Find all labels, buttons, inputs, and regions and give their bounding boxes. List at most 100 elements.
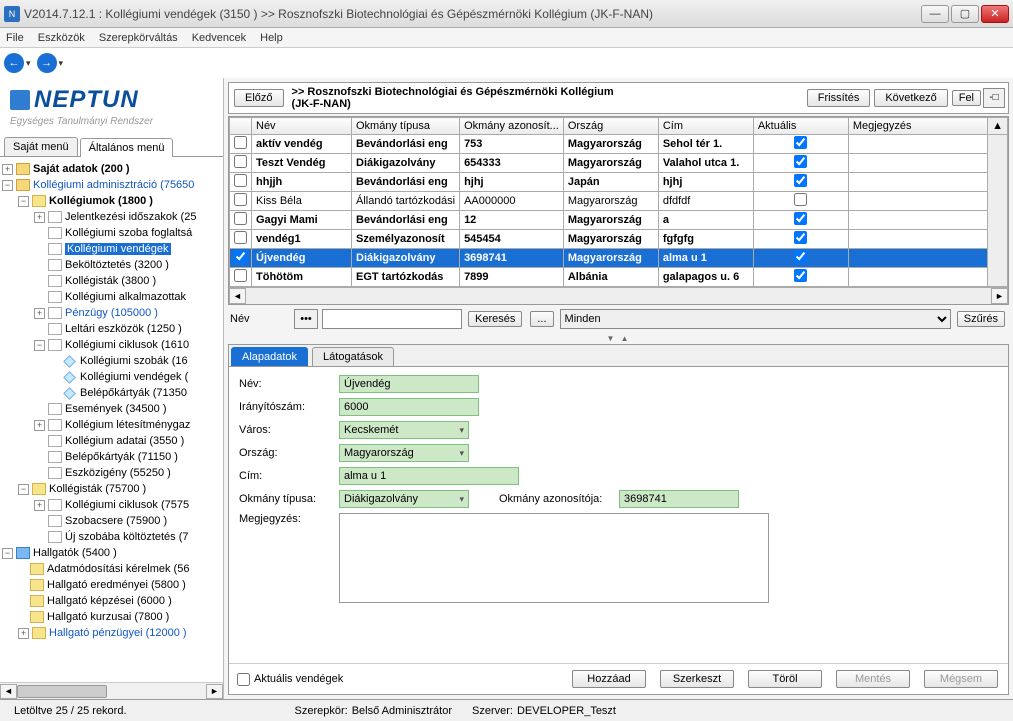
tree-toggle[interactable]: − bbox=[34, 340, 45, 351]
tree-item[interactable]: Hallgató eredményei (5800 ) bbox=[47, 579, 186, 591]
row-checkbox[interactable] bbox=[234, 174, 247, 187]
edit-button[interactable]: Szerkeszt bbox=[660, 670, 734, 688]
minimize-button[interactable]: — bbox=[921, 5, 949, 23]
cell-current-checkbox[interactable] bbox=[794, 136, 807, 149]
tree-item[interactable]: Események (34500 ) bbox=[65, 403, 167, 415]
cell-current-checkbox[interactable] bbox=[794, 193, 807, 206]
tree-item[interactable]: Kollégiumi alkalmazottak bbox=[65, 291, 186, 303]
tree-toggle[interactable]: + bbox=[34, 212, 45, 223]
cell-current-checkbox[interactable] bbox=[794, 155, 807, 168]
tree-item[interactable]: Kollégium létesítménygaz bbox=[65, 419, 190, 431]
next-button[interactable]: Következő bbox=[874, 89, 947, 107]
tree-item[interactable]: Szobacsere (75900 ) bbox=[65, 515, 167, 527]
field-name[interactable]: Újvendég bbox=[339, 375, 479, 393]
field-docid[interactable]: 3698741 bbox=[619, 490, 739, 508]
scroll-left-icon[interactable]: ◄ bbox=[0, 684, 17, 699]
field-doctype[interactable]: Diákigazolvány bbox=[339, 490, 469, 508]
tree-item[interactable]: Beköltöztetés (3200 ) bbox=[65, 259, 169, 271]
col-doctype[interactable]: Okmány típusa bbox=[352, 118, 460, 135]
table-row[interactable]: Teszt VendégDiákigazolvány654333Magyaror… bbox=[230, 154, 1008, 173]
col-current[interactable]: Aktuális bbox=[753, 118, 848, 135]
cell-current-checkbox[interactable] bbox=[794, 212, 807, 225]
forward-button[interactable]: → bbox=[37, 53, 57, 73]
tree-item[interactable]: Kollégisták (3800 ) bbox=[65, 275, 156, 287]
search-input[interactable] bbox=[322, 309, 462, 329]
menu-favorites[interactable]: Kedvencek bbox=[192, 32, 246, 44]
col-note[interactable]: Megjegyzés bbox=[848, 118, 987, 135]
cell-current-checkbox[interactable] bbox=[794, 250, 807, 263]
tree-hscroll[interactable]: ◄ ► bbox=[0, 682, 223, 699]
current-guests-checkbox[interactable] bbox=[237, 673, 250, 686]
scroll-thumb[interactable] bbox=[17, 685, 107, 698]
scope-select[interactable]: Minden bbox=[560, 309, 951, 329]
row-checkbox[interactable] bbox=[234, 212, 247, 225]
tree-item[interactable]: Kollégiumi ciklusok (7575 bbox=[65, 499, 189, 511]
tree-item[interactable]: Kollégium adatai (3550 ) bbox=[65, 435, 184, 447]
back-button[interactable]: ← bbox=[4, 53, 24, 73]
table-row[interactable]: Gagyi MamiBevándorlási eng12Magyarország… bbox=[230, 211, 1008, 230]
delete-button[interactable]: Töröl bbox=[748, 670, 822, 688]
table-row[interactable]: vendég1Személyazonosít545454Magyarország… bbox=[230, 230, 1008, 249]
grid-vscroll[interactable] bbox=[988, 135, 1008, 287]
forward-dropdown[interactable]: ▾ bbox=[59, 58, 64, 69]
row-checkbox[interactable] bbox=[234, 155, 247, 168]
col-docid[interactable]: Okmány azonosít... bbox=[460, 118, 564, 135]
tree-toggle[interactable]: + bbox=[34, 308, 45, 319]
tree-item[interactable]: Eszközigény (55250 ) bbox=[65, 467, 171, 479]
tree-item[interactable]: Saját adatok (200 ) bbox=[33, 163, 130, 175]
field-zip[interactable]: 6000 bbox=[339, 398, 479, 416]
tree-item[interactable]: Kollégiumi ciklusok (1610 bbox=[65, 339, 189, 351]
menu-file[interactable]: File bbox=[6, 32, 24, 44]
tree-item[interactable]: Hallgató képzései (6000 ) bbox=[47, 595, 172, 607]
field-addr[interactable]: alma u 1 bbox=[339, 467, 519, 485]
tree-item[interactable]: Adatmódosítási kérelmek (56 bbox=[47, 563, 189, 575]
row-checkbox[interactable] bbox=[234, 250, 247, 263]
tree-item[interactable]: Hallgatók (5400 ) bbox=[33, 547, 117, 559]
maximize-button[interactable]: ▢ bbox=[951, 5, 979, 23]
field-note[interactable] bbox=[339, 513, 769, 603]
tab-own-menu[interactable]: Saját menü bbox=[4, 137, 78, 156]
tree-toggle[interactable]: + bbox=[34, 500, 45, 511]
tree-toggle[interactable]: − bbox=[2, 548, 13, 559]
scroll-right-icon[interactable]: ► bbox=[206, 684, 223, 699]
col-checkbox[interactable] bbox=[230, 118, 252, 135]
grid-hscroll[interactable]: ◄ ► bbox=[229, 287, 1008, 304]
scroll-left-icon[interactable]: ◄ bbox=[229, 288, 246, 304]
tree-toggle[interactable]: + bbox=[2, 164, 13, 175]
tree-item[interactable]: Hallgató pénzügyei (12000 ) bbox=[49, 627, 187, 639]
field-country[interactable]: Magyarország bbox=[339, 444, 469, 462]
tab-general-menu[interactable]: Általános menü bbox=[80, 138, 174, 157]
tree-item[interactable]: Kollégiumi szoba foglaltsá bbox=[65, 227, 192, 239]
field-city[interactable]: Kecskemét bbox=[339, 421, 469, 439]
col-country[interactable]: Ország bbox=[563, 118, 658, 135]
up-button[interactable]: Fel bbox=[952, 90, 981, 106]
tree-view[interactable]: +Saját adatok (200 ) −Kollégiumi adminis… bbox=[0, 157, 223, 682]
table-row[interactable]: Kiss BélaÁllandó tartózkodásiAA000000Mag… bbox=[230, 192, 1008, 211]
search-options-button[interactable]: ••• bbox=[294, 309, 318, 329]
col-name[interactable]: Név bbox=[252, 118, 352, 135]
scroll-right-icon[interactable]: ► bbox=[991, 288, 1008, 304]
close-button[interactable]: ✕ bbox=[981, 5, 1009, 23]
add-button[interactable]: Hozzáad bbox=[572, 670, 646, 688]
cell-current-checkbox[interactable] bbox=[794, 269, 807, 282]
tree-item-selected[interactable]: Kollégiumi vendégek bbox=[65, 243, 171, 255]
tree-item[interactable]: Belépőkártyák (71150 ) bbox=[65, 451, 178, 463]
tree-item[interactable]: Kollégiumi szobák (16 bbox=[80, 355, 188, 367]
scroll-up-icon[interactable]: ▲ bbox=[988, 118, 1008, 135]
cell-current-checkbox[interactable] bbox=[794, 174, 807, 187]
cell-current-checkbox[interactable] bbox=[794, 231, 807, 244]
tree-toggle[interactable]: − bbox=[18, 196, 29, 207]
table-row[interactable]: ÚjvendégDiákigazolvány3698741Magyarorszá… bbox=[230, 249, 1008, 268]
tab-visits[interactable]: Látogatások bbox=[312, 347, 394, 366]
col-addr[interactable]: Cím bbox=[658, 118, 753, 135]
row-checkbox[interactable] bbox=[234, 269, 247, 282]
menu-help[interactable]: Help bbox=[260, 32, 283, 44]
cancel-button[interactable]: Mégsem bbox=[924, 670, 998, 688]
tree-item[interactable]: Leltári eszközök (1250 ) bbox=[65, 323, 182, 335]
search-button[interactable]: Keresés bbox=[468, 311, 522, 327]
pin-icon[interactable]: -□ bbox=[983, 88, 1005, 108]
prev-button[interactable]: Előző bbox=[234, 89, 284, 107]
tree-item[interactable]: Kollégiumi vendégek ( bbox=[80, 371, 188, 383]
table-row[interactable]: TöhötömEGT tartózkodás7899Albániagalapag… bbox=[230, 268, 1008, 287]
tree-item[interactable]: Kollégiumok (1800 ) bbox=[49, 195, 153, 207]
